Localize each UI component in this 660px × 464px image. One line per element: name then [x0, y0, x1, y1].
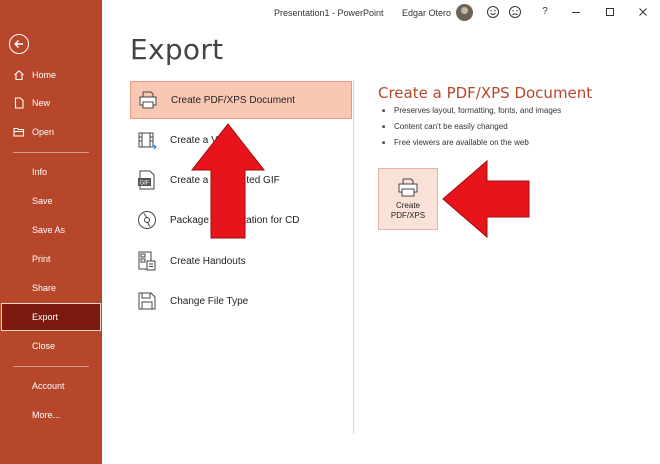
list-item: Content can't be easily changed [382, 121, 561, 137]
sidebar-item-export[interactable]: Export [1, 303, 101, 331]
sidebar-item-print[interactable]: Print [0, 245, 102, 273]
handouts-icon [135, 249, 159, 273]
sidebar-item-share[interactable]: Share [0, 274, 102, 302]
panel-bullet-list: Preserves layout, formatting, fonts, and… [382, 105, 561, 153]
sidebar-item-label: New [32, 98, 51, 108]
option-label: Create PDF/XPS Document [171, 94, 295, 106]
close-icon[interactable] [636, 5, 650, 19]
cd-icon [135, 208, 159, 232]
account-name[interactable]: Edgar Otero [402, 8, 451, 18]
sidebar-item-label: Home [32, 70, 57, 80]
annotation-arrow-left [442, 159, 530, 239]
option-label: Change File Type [170, 295, 249, 307]
file-type-icon [135, 289, 159, 313]
list-item: Free viewers are available on the web [382, 137, 561, 153]
sidebar-item-label: Close [32, 341, 56, 351]
option-change-file-type[interactable]: Change File Type [130, 282, 352, 320]
frown-icon[interactable] [508, 5, 522, 19]
button-label-line2: PDF/XPS [390, 211, 426, 220]
avatar[interactable] [456, 4, 473, 21]
option-label: Create Handouts [170, 255, 246, 267]
sidebar-item-save[interactable]: Save [0, 187, 102, 215]
minimize-icon[interactable] [569, 5, 583, 19]
panel-title: Create a PDF/XPS Document [378, 84, 593, 102]
create-pdf-xps-button[interactable]: Create PDF/XPS [378, 168, 438, 230]
back-arrow-icon[interactable] [9, 34, 29, 54]
button-label-line1: Create [395, 201, 420, 210]
sidebar-item-save-as[interactable]: Save As [0, 216, 102, 244]
column-divider [353, 80, 354, 434]
sidebar-item-label: Share [32, 283, 57, 293]
annotation-arrow-up [190, 123, 266, 239]
svg-text:GIF: GIF [140, 181, 150, 187]
pdf-xps-icon [136, 88, 160, 112]
option-create-pdf-xps[interactable]: Create PDF/XPS Document [130, 81, 352, 119]
folder-icon [13, 126, 25, 138]
title-bar: Presentation1 - PowerPoint Edgar Otero ? [102, 0, 660, 26]
sidebar-item-info[interactable]: Info [0, 158, 102, 186]
sidebar-item-label: Open [32, 127, 55, 137]
gif-icon: GIF [135, 168, 159, 192]
sidebar-item-home[interactable]: Home [0, 61, 102, 89]
sidebar-item-label: Account [32, 381, 65, 391]
sidebar-item-label: Info [32, 167, 48, 177]
sidebar-item-open[interactable]: Open [0, 118, 102, 146]
help-icon[interactable]: ? [538, 5, 552, 19]
option-create-handouts[interactable]: Create Handouts [130, 242, 352, 280]
sidebar-item-label: Save As [32, 225, 66, 235]
sidebar-item-account[interactable]: Account [0, 372, 102, 400]
sidebar-item-close[interactable]: Close [0, 332, 102, 360]
list-item: Preserves layout, formatting, fonts, and… [382, 105, 561, 121]
new-doc-icon [13, 97, 25, 109]
home-icon [13, 69, 25, 81]
sidebar-item-label: Export [32, 312, 59, 322]
window-title: Presentation1 - PowerPoint [274, 8, 384, 18]
maximize-icon[interactable] [603, 5, 617, 19]
backstage-sidebar: Home New Open Info Save Save As Print Sh… [0, 0, 102, 464]
sidebar-item-label: Save [32, 196, 53, 206]
sidebar-item-more[interactable]: More... [0, 401, 102, 429]
printer-icon [398, 178, 418, 197]
smiley-icon[interactable] [486, 5, 500, 19]
sidebar-item-new[interactable]: New [0, 89, 102, 117]
sidebar-divider [13, 152, 89, 153]
sidebar-item-label: More... [32, 410, 61, 420]
page-title: Export [130, 33, 224, 66]
sidebar-item-label: Print [32, 254, 51, 264]
video-icon [135, 128, 159, 152]
sidebar-divider [13, 366, 89, 367]
